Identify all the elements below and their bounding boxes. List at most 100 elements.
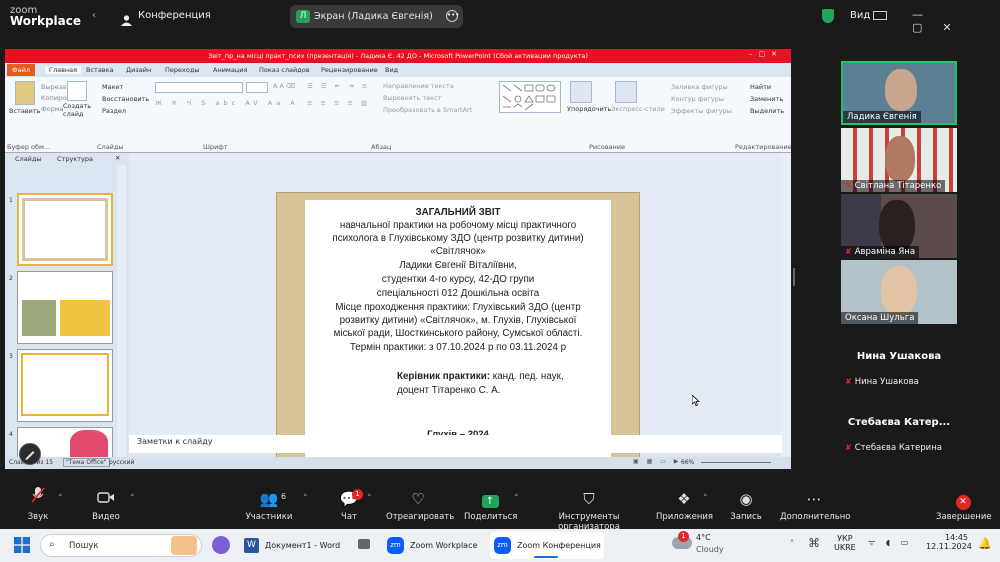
participant-name-row[interactable]: ✘ Стебаєва Катерина	[845, 443, 942, 453]
chevron-left-icon[interactable]: ‹	[92, 10, 96, 21]
shape-outline-button[interactable]: Контур фигуры	[671, 95, 724, 103]
audio-button[interactable]: Звук	[24, 486, 52, 522]
zoom-slider[interactable]	[701, 462, 771, 463]
font-name-select[interactable]	[155, 82, 243, 93]
ppt-ribbon: Вставить Вырезать Копировать Формат по о…	[5, 77, 791, 153]
text-direction-button[interactable]: Направление текста	[383, 82, 454, 90]
participant-name-row[interactable]: ✘ Нина Ушакова	[845, 377, 919, 387]
participant-title: Нина Ушакова	[856, 351, 942, 362]
tab-design[interactable]: Дизайн	[126, 66, 151, 74]
record-button[interactable]: ◉ Запись	[728, 486, 764, 522]
slide-thumbnail-3[interactable]	[17, 349, 113, 422]
paste-icon[interactable]	[15, 81, 35, 105]
slides-scrollbar[interactable]	[117, 165, 126, 459]
font-style-buttons[interactable]: Ж К Ч S abc AV Aa A	[155, 99, 299, 107]
window-controls[interactable]: —▢✕	[912, 8, 1000, 34]
keyboard-language[interactable]: УКР UKRE	[834, 534, 856, 552]
find-button[interactable]: Найти	[750, 83, 771, 91]
chevron-up-icon[interactable]: ˄	[703, 494, 708, 504]
align-buttons[interactable]: ≡ ≡ ≡ ≡ ▥	[307, 99, 370, 107]
tray-status-icons[interactable]: ᯤ ◖ ▭	[868, 537, 912, 548]
resize-handle[interactable]	[793, 268, 795, 286]
tab-insert[interactable]: Вставка	[86, 66, 114, 74]
panel-tabs: Слайды Структура ✕	[5, 153, 127, 165]
notification-bell-icon[interactable]: 🔔	[978, 537, 992, 550]
participants-button[interactable]: 👥 Участники	[244, 486, 294, 522]
taskbar-word[interactable]: W Документ1 - Word	[240, 532, 346, 559]
chevron-up-icon[interactable]: ˄	[367, 494, 372, 504]
tray-chevron-icon[interactable]: ˄	[790, 539, 794, 548]
ppt-window-controls[interactable]: –▢✕	[749, 50, 783, 58]
replace-button[interactable]: Заменить	[750, 95, 783, 103]
taskbar-search[interactable]: ⌕ Пошук	[40, 534, 202, 557]
tab-file[interactable]: Файл	[7, 64, 35, 76]
chevron-up-icon[interactable]: ˄	[303, 494, 308, 504]
participant-tile-1[interactable]: Ладика Євгенія	[841, 61, 957, 125]
slide-line-2: психолога в Глухівському ЗДО (центр розв…	[332, 233, 584, 244]
smartart-button[interactable]: Преобразовать в SmartArt	[383, 106, 472, 114]
participant-tile-2[interactable]: ✘ Світлана Тітаренко	[841, 128, 957, 192]
reset-button[interactable]: Восстановить	[102, 95, 149, 103]
apps-button[interactable]: ❖ Приложения	[656, 486, 713, 522]
slide-thumbnail-2[interactable]	[17, 271, 113, 344]
slide-line-8: розвитку дитини) «Світлячок», м. Глухів,…	[339, 315, 577, 326]
participant-tile-4[interactable]: Оксана Шульга	[841, 260, 957, 324]
host-tools-button[interactable]: ⛉ Инструменты организатора	[530, 486, 648, 532]
clock[interactable]: 14:45 12.11.2024	[926, 533, 972, 551]
tab-slides[interactable]: Слайды	[15, 155, 42, 163]
font-size-select[interactable]	[246, 82, 268, 93]
chevron-up-icon[interactable]: ˄	[130, 494, 135, 504]
more-options-icon[interactable]: •••	[446, 10, 459, 22]
tab-outline[interactable]: Структура	[57, 155, 93, 163]
arrange-icon[interactable]	[570, 81, 592, 103]
tab-transitions[interactable]: Переходы	[165, 66, 199, 74]
tray-app-icon[interactable]: ⌘	[808, 536, 820, 550]
new-slide-icon[interactable]	[67, 81, 87, 101]
end-meeting-button[interactable]: ✕ Завершение	[936, 486, 992, 522]
windows-start-icon[interactable]	[14, 537, 30, 557]
format-painter-button[interactable]: Формат по образцу	[41, 105, 63, 113]
security-shield-icon[interactable]	[822, 9, 834, 23]
tab-animation[interactable]: Анимация	[213, 66, 247, 74]
view-menu-button[interactable]: Вид	[850, 10, 888, 21]
paste-button[interactable]: Вставить	[9, 107, 40, 115]
tab-home[interactable]: Главная	[45, 66, 82, 74]
list-buttons[interactable]: ☰ ☰ ⇤ ⇥ ≡	[307, 82, 370, 90]
canvas-scrollbar[interactable]	[781, 153, 791, 459]
clock-date: 12.11.2024	[926, 542, 972, 551]
participant-tile-3[interactable]: ✘ Авраміна Яна	[841, 194, 957, 258]
chevron-up-icon[interactable]: ˄	[58, 494, 63, 504]
shapes-gallery[interactable]	[499, 81, 561, 113]
arrange-button[interactable]: Упорядочить	[567, 105, 611, 113]
chevron-up-icon[interactable]: ˄	[514, 494, 519, 504]
view-buttons[interactable]: ▣ ▦ ▭ ▶	[633, 458, 681, 465]
mic-muted-icon: ✘	[845, 443, 852, 452]
new-slide-button[interactable]: Создать слайд	[63, 102, 91, 118]
meet-icon[interactable]	[358, 539, 370, 549]
shape-effects-button[interactable]: Эффекты фигуры	[671, 107, 732, 115]
close-panel-icon[interactable]: ✕	[115, 154, 120, 162]
font-size-buttons[interactable]: A A ⌫	[273, 82, 295, 90]
windows-taskbar: ⌕ Пошук W Документ1 - Word zm Zoom Workp…	[0, 529, 1000, 562]
tab-view[interactable]: Вид	[385, 66, 398, 74]
layout-button[interactable]: Макет	[102, 83, 123, 91]
quick-styles-icon[interactable]	[615, 81, 637, 103]
taskbar-zoom-workplace[interactable]: zm Zoom Workplace	[383, 532, 483, 559]
react-button[interactable]: ♡ Отреагировать	[386, 486, 454, 522]
more-button[interactable]: ⋯ Дополнительно	[780, 486, 851, 522]
share-button[interactable]: ↑ Поделиться	[464, 486, 517, 522]
taskbar-zoom-conference[interactable]: zm Zoom Конференция	[490, 532, 604, 559]
annotate-pen-button[interactable]	[19, 443, 41, 465]
select-button[interactable]: Выделить	[750, 107, 784, 115]
quick-styles-button[interactable]: Экспресс-стили	[611, 105, 665, 113]
copilot-icon[interactable]	[212, 536, 230, 554]
section-button[interactable]: Раздел	[102, 107, 126, 115]
slide-thumbnail-1[interactable]	[17, 193, 113, 266]
tab-slideshow[interactable]: Показ слайдов	[259, 66, 310, 74]
slide-notes[interactable]: Заметки к слайду	[129, 435, 782, 453]
tab-review[interactable]: Рецензирование	[321, 66, 378, 74]
current-slide[interactable]: ЗАГАЛЬНИЙ ЗВІТ навчальної практики на ро…	[276, 192, 640, 465]
shape-fill-button[interactable]: Заливка фигуры	[671, 83, 728, 91]
video-button[interactable]: Видео	[88, 486, 124, 522]
align-text-button[interactable]: Выровнять текст	[383, 94, 441, 102]
